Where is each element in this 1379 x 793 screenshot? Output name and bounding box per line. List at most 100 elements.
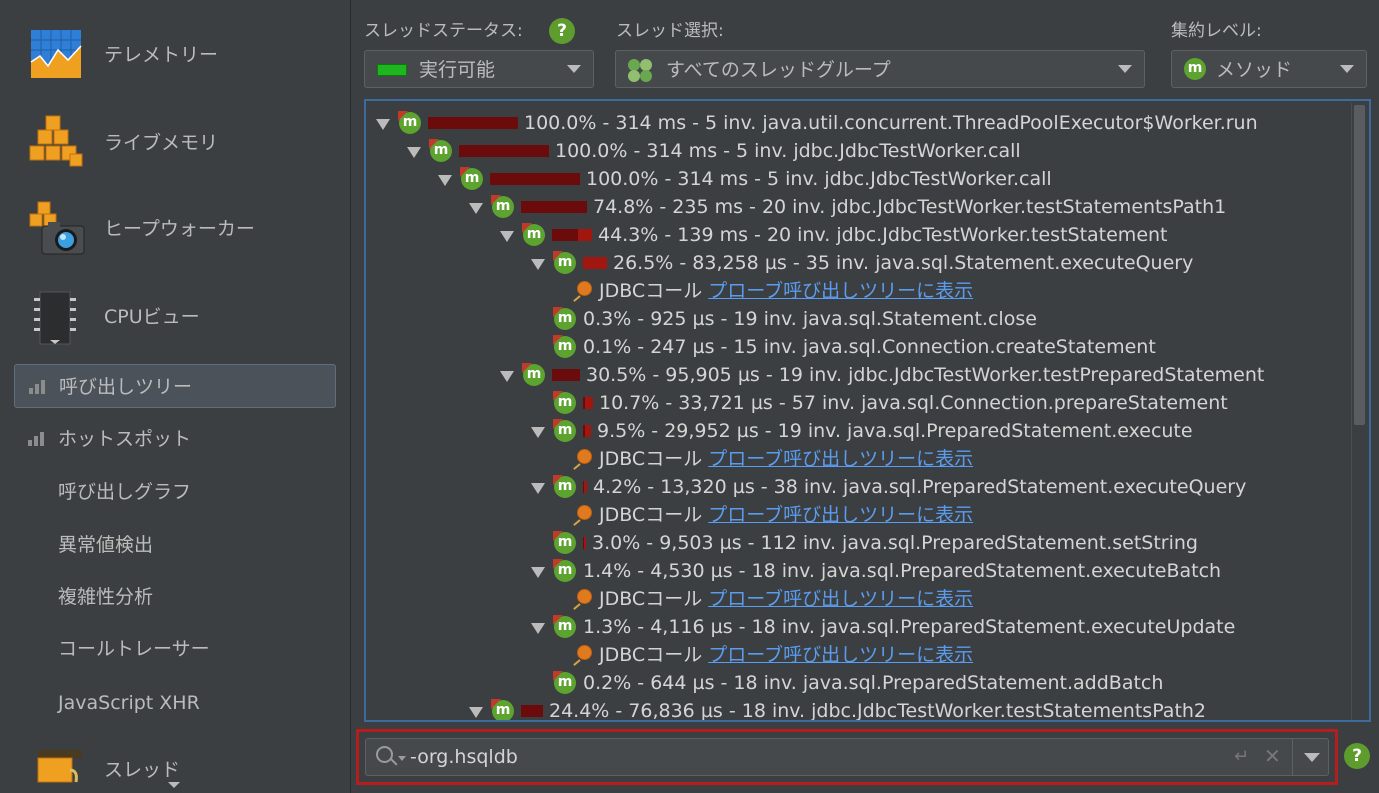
method-icon: m (1184, 58, 1206, 80)
tree-row-text: 4.2% - 13,320 µs - 38 inv. java.sql.Prep… (593, 476, 1247, 498)
thread-group-icon (628, 59, 652, 82)
sidebar-item-label: コールトレーサー (58, 638, 210, 660)
sidebar-item-complexity-analysis[interactable]: 複雑性分析 (14, 575, 336, 619)
chevron-down-icon[interactable] (1304, 753, 1320, 762)
tree-row-text: 26.5% - 83,258 µs - 35 inv. java.sql.Sta… (613, 252, 1194, 274)
sidebar-item-call-tracer[interactable]: コールトレーサー (14, 627, 336, 671)
bar-chart-icon (29, 380, 47, 394)
scrollbar-thumb[interactable] (1354, 105, 1365, 425)
thread-status-label: スレッドステータス: (364, 21, 523, 41)
thread-select[interactable]: すべてのスレッドグループ (615, 50, 1145, 88)
time-bar (583, 397, 593, 409)
time-bar (552, 369, 580, 381)
time-bar (583, 537, 586, 549)
sidebar-item-call-graph[interactable]: 呼び出しグラフ (14, 470, 336, 514)
sidebar-item-threads[interactable]: スレッド (0, 740, 351, 793)
filter-highlight: ↵ ✕ (356, 729, 1338, 785)
scroll-down-icon[interactable] (168, 782, 180, 788)
probe-label: JDBCコール (599, 504, 703, 526)
call-tree[interactable]: m 100.0% - 314 ms - 5 inv. java.util.conc… (364, 99, 1371, 722)
thread-status-select[interactable]: 実行可能 (364, 50, 594, 88)
expand-toggle-icon[interactable] (500, 231, 514, 242)
cpu-icon (34, 291, 76, 345)
tree-row-text: 9.5% - 29,952 µs - 19 inv. java.sql.Prep… (597, 420, 1193, 442)
thread-select-value: すべてのスレッドグループ (666, 59, 891, 81)
enter-icon[interactable]: ↵ (1234, 747, 1256, 767)
time-bar (583, 425, 591, 437)
live-memory-icon (29, 115, 83, 167)
threads-icon (37, 750, 82, 783)
vertical-scrollbar[interactable] (1351, 103, 1367, 720)
divider (1292, 739, 1293, 775)
thread-select-label: スレッド選択: (616, 21, 724, 41)
probe-label: JDBCコール (599, 280, 703, 302)
expand-toggle-icon[interactable] (407, 147, 421, 158)
show-in-probe-tree-link[interactable]: プローブ呼び出しツリーに表示 (708, 504, 973, 526)
time-bar (521, 705, 543, 717)
method-icon: m (553, 531, 577, 555)
sidebar-item-telemetry[interactable]: テレメトリー (0, 16, 351, 96)
sidebar-item-hot-spots[interactable]: ホットスポット (14, 417, 336, 461)
sidebar-item-javascript-xhr[interactable]: JavaScript XHR (14, 681, 336, 725)
sidebar-item-live-memory[interactable]: ライブメモリ (0, 102, 351, 182)
expand-toggle-icon[interactable] (531, 483, 545, 494)
sidebar-item-outlier-detection[interactable]: 異常値検出 (14, 523, 336, 567)
filter-help-icon[interactable]: ? (1344, 743, 1370, 769)
sidebar-item-heap-walker[interactable]: ヒープウォーカー (0, 188, 351, 268)
sidebar-item-label: CPUビュー (104, 306, 200, 328)
tree-row-text: 3.0% - 9,503 µs - 112 inv. java.sql.Prep… (592, 532, 1198, 554)
probe-label: JDBCコール (599, 448, 703, 470)
sidebar-item-label: ホットスポット (58, 428, 192, 450)
time-bar (583, 481, 587, 493)
clear-icon[interactable]: ✕ (1264, 745, 1282, 767)
time-bar (428, 117, 518, 129)
sidebar-item-label: ヒープウォーカー (104, 218, 255, 240)
method-icon: m (553, 251, 577, 275)
method-icon: m (553, 419, 577, 443)
time-bar (521, 201, 587, 213)
aggregation-select[interactable]: m メソッド (1171, 50, 1367, 88)
expand-toggle-icon[interactable] (500, 371, 514, 382)
tree-row-text: 1.3% - 4,116 µs - 18 inv. java.sql.Prepa… (583, 616, 1236, 638)
sidebar-item-label: 呼び出しグラフ (58, 481, 192, 503)
sidebar-item-call-tree[interactable]: 呼び出しツリー (14, 364, 336, 408)
expand-toggle-icon[interactable] (531, 259, 545, 270)
filter-field[interactable]: ↵ ✕ (365, 738, 1329, 776)
aggregation-label: 集約レベル: (1171, 21, 1262, 41)
sidebar-item-cpu-views[interactable]: CPUビュー (0, 276, 351, 356)
expand-toggle-icon[interactable] (469, 203, 483, 214)
probe-icon (571, 589, 593, 611)
sidebar-item-label: 呼び出しツリー (59, 376, 193, 398)
method-icon: m (553, 671, 577, 695)
method-icon: m (553, 615, 577, 639)
show-in-probe-tree-link[interactable]: プローブ呼び出しツリーに表示 (708, 280, 973, 302)
show-in-probe-tree-link[interactable]: プローブ呼び出しツリーに表示 (708, 448, 973, 470)
bar-chart-icon (28, 432, 46, 446)
probe-icon (571, 449, 593, 471)
show-in-probe-tree-link[interactable]: プローブ呼び出しツリーに表示 (708, 588, 973, 610)
filter-input[interactable] (410, 743, 1190, 771)
probe-icon (571, 281, 593, 303)
expand-toggle-icon[interactable] (531, 427, 545, 438)
expand-toggle-icon[interactable] (469, 707, 483, 718)
tree-row-text: 1.4% - 4,530 µs - 18 inv. java.sql.Prepa… (583, 560, 1222, 582)
tree-row-text: 74.8% - 235 ms - 20 inv. jdbc.JdbcTestWo… (593, 196, 1227, 218)
chevron-down-icon (1340, 65, 1354, 73)
sidebar-item-label: スレッド (104, 759, 181, 781)
method-icon: m (553, 307, 577, 331)
method-icon: m (553, 335, 577, 359)
search-icon[interactable] (376, 746, 406, 770)
tree-row-text: 100.0% - 314 ms - 5 inv. java.util.concu… (524, 112, 1258, 134)
chevron-down-icon (567, 65, 581, 73)
method-icon: m (553, 559, 577, 583)
expand-toggle-icon[interactable] (531, 623, 545, 634)
expand-toggle-icon[interactable] (376, 119, 390, 130)
chevron-down-icon (1118, 65, 1132, 73)
method-icon: m (460, 167, 484, 191)
time-bar (583, 257, 607, 269)
help-icon[interactable]: ? (549, 18, 575, 44)
expand-toggle-icon[interactable] (438, 175, 452, 186)
show-in-probe-tree-link[interactable]: プローブ呼び出しツリーに表示 (708, 644, 973, 666)
expand-toggle-icon[interactable] (531, 567, 545, 578)
aggregation-value: メソッド (1216, 59, 1293, 81)
